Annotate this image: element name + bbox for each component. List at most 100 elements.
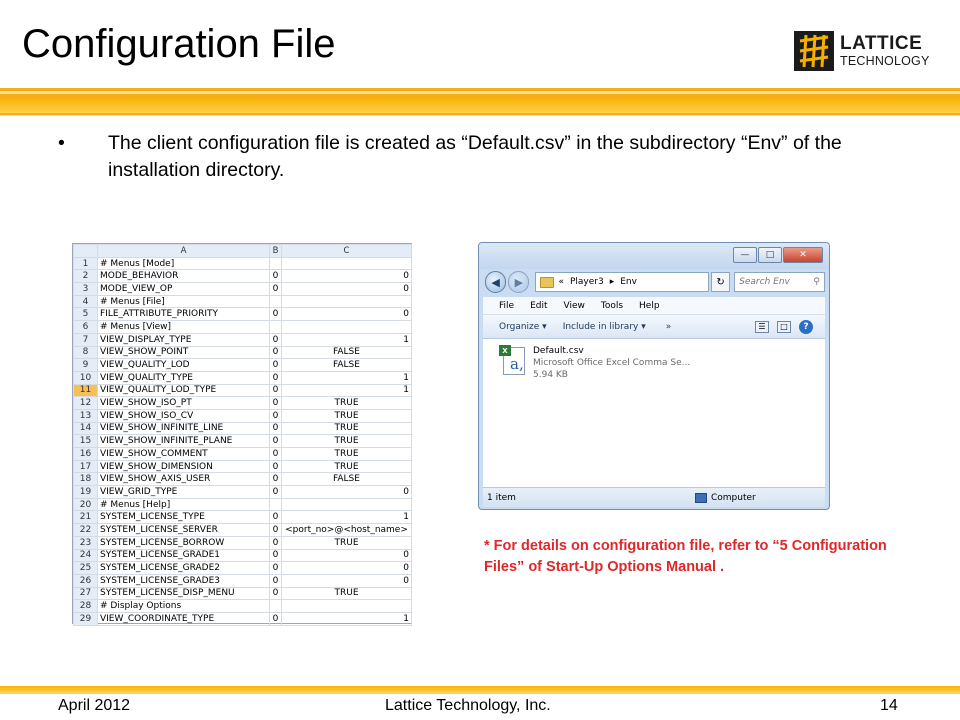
back-arrow-icon[interactable]: ◀ — [485, 271, 507, 293]
menu-view[interactable]: View — [564, 301, 585, 311]
menu-file[interactable]: File — [499, 301, 514, 311]
cell-c: TRUE — [281, 447, 412, 461]
file-size: 5.94 KB — [533, 370, 568, 380]
table-row: 14 VIEW_SHOW_INFINITE_LINE 0 TRUE — [73, 421, 412, 436]
table-row: 1 # Menus [Mode] — [73, 256, 412, 271]
view-options-icon[interactable]: ☰ — [755, 320, 769, 333]
file-item[interactable]: X a, Default.csv Microsoft Office Excel … — [499, 345, 690, 381]
row-number: 8 — [73, 345, 98, 360]
cell-b: 0 — [269, 485, 282, 499]
cell-b: 0 — [269, 383, 282, 398]
cell-a: # Menus [Mode] — [97, 256, 270, 271]
more-commands-button[interactable]: » — [666, 322, 672, 332]
cell-b: 0 — [269, 332, 282, 347]
maximize-button[interactable]: □ — [758, 247, 782, 263]
cell-b: 0 — [269, 396, 282, 410]
cell-a: SYSTEM_LICENSE_BORROW — [97, 535, 270, 550]
cell-c — [281, 497, 412, 512]
row-number: 10 — [73, 370, 98, 385]
cell-b: 0 — [269, 282, 282, 296]
column-header: A — [97, 244, 270, 258]
cell-c: 0 — [281, 573, 412, 588]
table-row: 27 SYSTEM_LICENSE_DISP_MENU 0 TRUE — [73, 586, 412, 601]
item-count: 1 item — [487, 492, 516, 503]
menu-edit[interactable]: Edit — [530, 301, 547, 311]
cell-c: 0 — [281, 307, 412, 322]
row-number: 3 — [73, 282, 98, 296]
cell-a: VIEW_SHOW_INFINITE_PLANE — [97, 434, 270, 448]
explorer-window: — □ ✕ ◀ ▶ « Player3 ▸ Env ↻ Search Env ⚲… — [478, 242, 830, 510]
table-row: 17 VIEW_SHOW_DIMENSION 0 TRUE — [73, 459, 412, 474]
row-number: 26 — [73, 573, 98, 588]
cell-a: VIEW_SHOW_INFINITE_LINE — [97, 421, 270, 436]
cell-b: 0 — [269, 611, 282, 626]
cell-c: 0 — [281, 269, 412, 284]
menu-tools[interactable]: Tools — [601, 301, 623, 311]
row-number: 19 — [73, 485, 98, 499]
row-number: 2 — [73, 269, 98, 284]
cell-a: SYSTEM_LICENSE_DISP_MENU — [97, 586, 270, 601]
cell-c: 1 — [281, 611, 412, 626]
cell-a: VIEW_QUALITY_TYPE — [97, 370, 270, 385]
cell-a: MODE_VIEW_OP — [97, 282, 270, 296]
company-logo: LATTICE TECHNOLOGY — [794, 28, 934, 74]
row-number: 25 — [73, 561, 98, 575]
menu-help[interactable]: Help — [639, 301, 660, 311]
cell-a: # Display Options — [97, 599, 270, 613]
table-row: 24 SYSTEM_LICENSE_GRADE1 0 0 — [73, 548, 412, 563]
cell-a: VIEW_DISPLAY_TYPE — [97, 332, 270, 347]
cell-a: MODE_BEHAVIOR — [97, 269, 270, 284]
include-in-library-button[interactable]: Include in library ▾ — [563, 322, 646, 332]
table-row: 21 SYSTEM_LICENSE_TYPE 0 1 — [73, 510, 412, 525]
cell-a: VIEW_SHOW_DIMENSION — [97, 459, 270, 474]
row-number: 20 — [73, 497, 98, 512]
forward-arrow-icon[interactable]: ▶ — [508, 271, 530, 293]
row-number: 4 — [73, 294, 98, 309]
address-bar[interactable]: « Player3 ▸ Env — [535, 272, 709, 292]
cell-a: # Menus [View] — [97, 320, 270, 334]
table-row: 15 VIEW_SHOW_INFINITE_PLANE 0 TRUE — [73, 434, 412, 448]
cell-c — [281, 294, 412, 309]
preview-pane-icon[interactable]: □ — [777, 320, 791, 333]
refresh-icon[interactable]: ↻ — [710, 272, 731, 292]
table-row: 8 VIEW_SHOW_POINT 0 FALSE — [73, 345, 412, 360]
search-placeholder: Search Env — [739, 277, 790, 287]
file-type: Microsoft Office Excel Comma Se... — [533, 358, 691, 368]
logo-line1: LATTICE — [840, 33, 923, 55]
cell-b: 0 — [269, 586, 282, 601]
cell-a: VIEW_QUALITY_LOD_TYPE — [97, 383, 270, 398]
row-number: 1 — [73, 256, 98, 271]
row-number: 6 — [73, 320, 98, 334]
cell-a: VIEW_SHOW_POINT — [97, 345, 270, 360]
table-row: 20 # Menus [Help] — [73, 497, 412, 512]
row-number: 23 — [73, 535, 98, 550]
spreadsheet-screenshot: A B C 1 # Menus [Mode] 2 MODE_BEHAVIOR 0 0 3 MO… — [72, 243, 412, 626]
table-row: 12 VIEW_SHOW_ISO_PT 0 TRUE — [73, 396, 412, 410]
minimize-button[interactable]: — — [733, 247, 757, 263]
cell-b: 0 — [269, 421, 282, 436]
cell-c: FALSE — [281, 345, 412, 360]
cell-a: VIEW_SHOW_AXIS_USER — [97, 472, 270, 487]
help-icon[interactable]: ? — [799, 319, 813, 334]
breadcrumb-item[interactable]: Env — [620, 277, 637, 287]
search-icon: ⚲ — [813, 277, 820, 287]
footer-stripe — [0, 686, 960, 694]
cell-c — [281, 599, 412, 613]
cell-b — [269, 599, 282, 613]
search-input[interactable]: Search Env ⚲ — [734, 272, 825, 292]
cell-b — [269, 256, 282, 271]
reference-note: * For details on configuration file, ref… — [484, 538, 887, 575]
organize-button[interactable]: Organize ▾ — [499, 322, 547, 332]
table-row: 10 VIEW_QUALITY_TYPE 0 1 — [73, 370, 412, 385]
row-number: 9 — [73, 358, 98, 372]
row-number: 29 — [73, 611, 98, 626]
computer-icon — [695, 492, 707, 503]
cell-c: TRUE — [281, 434, 412, 448]
cell-c: 0 — [281, 548, 412, 563]
table-row: 13 VIEW_SHOW_ISO_CV 0 TRUE — [73, 408, 412, 423]
cell-a: VIEW_SHOW_ISO_PT — [97, 396, 270, 410]
address-bar-row: ◀ ▶ « Player3 ▸ Env ↻ Search Env ⚲ — [485, 269, 825, 295]
close-button[interactable]: ✕ — [783, 247, 823, 263]
breadcrumb-item[interactable]: Player3 — [570, 277, 604, 287]
table-row: 11 VIEW_QUALITY_LOD_TYPE 0 1 — [73, 383, 412, 398]
